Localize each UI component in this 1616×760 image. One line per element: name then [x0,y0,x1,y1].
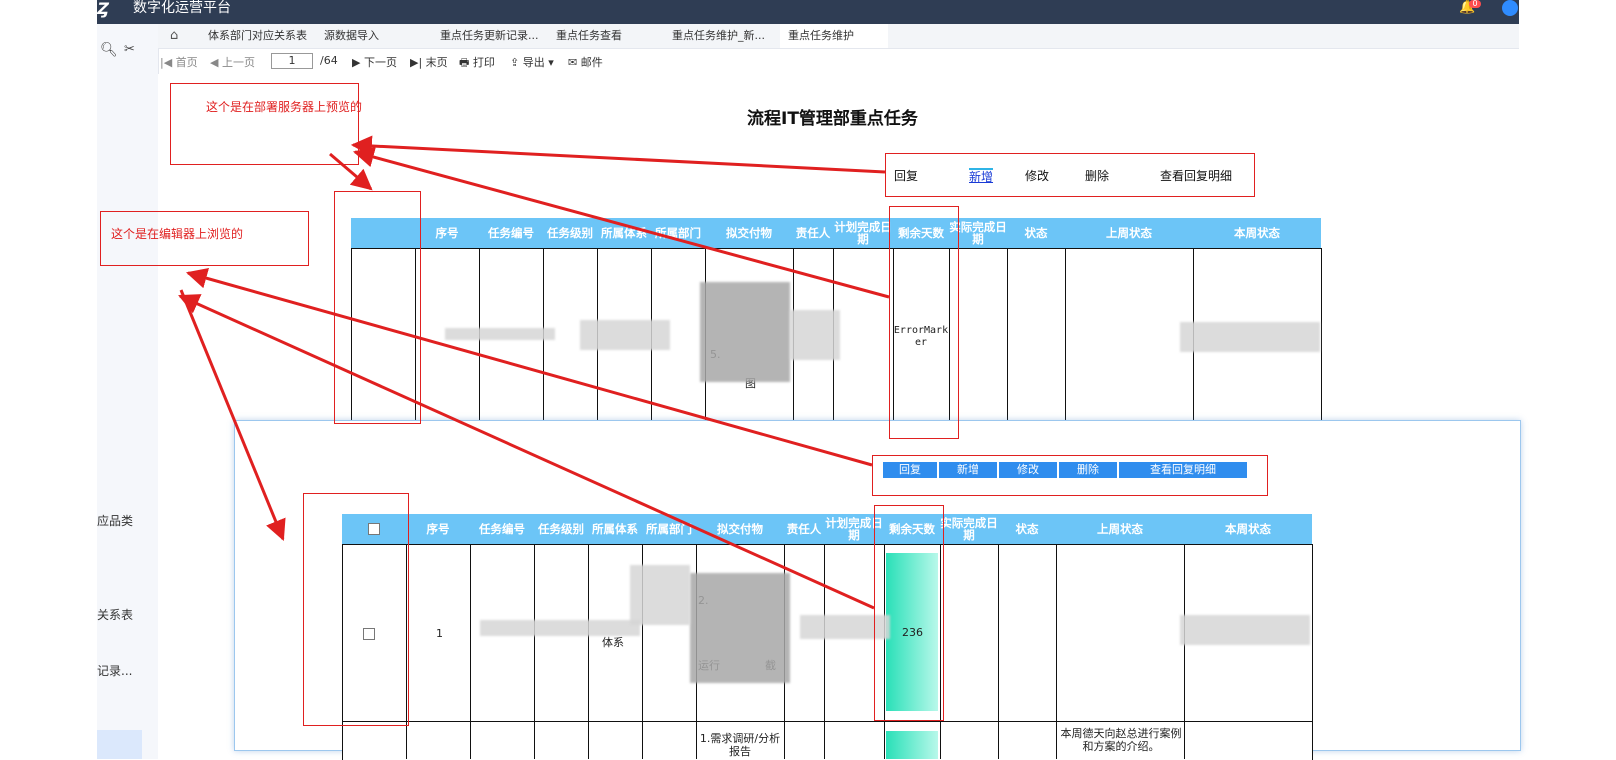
header-system: 所属体系 [592,522,638,536]
header-owner: 责任人 [795,226,831,240]
header-status: 状态 [1024,226,1048,240]
report-title: 流程IT管理部重点任务 [747,109,918,129]
first-page-button[interactable]: |◀ 首页 [160,54,198,70]
redacted-region [1180,322,1320,352]
export-button[interactable]: ⇪ 导出 ▾ [510,54,554,70]
mail-button[interactable]: ✉ 邮件 [568,54,603,70]
sidebar-item[interactable]: 应品类 [97,512,133,529]
header-owner: 责任人 [786,522,822,536]
user-avatar-icon[interactable] [1502,0,1518,16]
tab-task-maint[interactable]: 重点任务维护 [780,24,888,48]
annotation-box-plain-actions [885,153,1255,197]
annotation-box-preview-remaining [889,206,959,439]
annotation-box-editor-remaining [874,505,944,721]
annotation-box-preview-first-col [334,191,421,424]
header-dept: 所属部门 [655,226,701,240]
row-system: 体系 [602,636,624,649]
pin-icon[interactable]: ✂︎ [124,42,135,57]
header-status: 状态 [1015,522,1039,536]
app-title: 数字化运营平台 [133,0,231,16]
sidebar-item[interactable]: 记录... [97,662,132,679]
annotation-deploy-label: 这个是在部署服务器上预览的 [206,100,363,114]
preview-table-header: 序号 任务编号 任务级别 所属体系 所属部门 拟交付物 责任人 计划完成日期 剩… [351,218,1321,248]
row2-last-week: 本周德天向赵总进行案例和方案的介绍。 [1060,727,1182,753]
row2-deliverable: 1.需求调研/分析报告 [699,732,781,758]
tab-task-maint-new[interactable]: 重点任务维护_新... [664,24,780,48]
header-actual-date: 实际完成日期 [940,516,998,542]
header-index: 序号 [435,226,459,240]
header-task-no: 任务编号 [479,522,525,536]
redacted-region [445,328,555,340]
header-dept: 所属部门 [646,522,692,536]
search-icon[interactable]: 🔍︎ [100,42,118,58]
redacted-region [480,620,640,636]
redacted-region [580,320,670,350]
remaining-days-bar [886,731,938,759]
app-logo: Ȥ [97,0,109,18]
col-divider [534,544,535,759]
col-divider [470,544,471,759]
header-deliverable: 拟交付物 [717,522,763,536]
redacted-region [1180,615,1310,645]
row-divider [342,721,1312,722]
page-number-input[interactable]: 1 [271,53,313,69]
annotation-box-blue-actions [872,455,1268,496]
col-divider [1056,544,1057,759]
col-divider [998,544,999,759]
header-index: 序号 [426,522,450,536]
header-task-level: 任务级别 [538,522,584,536]
header-last-week: 上周状态 [1097,522,1143,536]
row-index: 1 [436,627,443,640]
col-divider [1184,544,1185,759]
annotation-editor-label: 这个是在编辑器上浏览的 [111,227,244,241]
notification-badge: 0 [1469,0,1481,8]
tab-dept-mapping[interactable]: 体系部门对应关系表 [200,24,312,48]
tab-source-import[interactable]: 源数据导入 [316,24,428,48]
header-task-no: 任务编号 [488,226,534,240]
sidebar-active-item[interactable] [97,730,142,759]
redacted-region [690,573,790,683]
next-page-button[interactable]: ▶ 下一页 [352,54,397,70]
editor-table-header: 序号 任务编号 任务级别 所属体系 所属部门 拟交付物 责任人 计划完成日期 剩… [342,514,1312,544]
total-pages: /64 [320,54,338,67]
tab-task-update-log[interactable]: 重点任务更新记录... [432,24,548,48]
redacted-region [790,310,840,360]
tab-task-view[interactable]: 重点任务查看 [548,24,664,48]
annotation-box-deploy [170,83,359,165]
header-deliverable: 拟交付物 [726,226,772,240]
header-last-week: 上周状态 [1106,226,1152,240]
tab-bar: ⌂ 体系部门对应关系表 源数据导入 重点任务更新记录... 重点任务查看 重点任… [158,24,1519,49]
col-divider [824,544,825,759]
prev-page-button[interactable]: ◀ 上一页 [210,54,255,70]
last-page-button[interactable]: ▶| 末页 [410,54,448,70]
sidebar: 🔍︎ ✂︎ 应品类 关系表 记录... [97,24,159,759]
top-bar: Ȥ 数字化运营平台 🔔 0 [97,0,1519,24]
col-divider [1007,248,1008,420]
home-icon[interactable]: ⌂ [170,28,178,43]
header-this-week: 本周状态 [1225,522,1271,536]
annotation-box-editor-first-col [303,493,409,726]
redacted-region [700,282,790,382]
col-divider [588,544,589,759]
header-plan-date: 计划完成日期 [834,220,892,246]
col-divider [1065,248,1066,420]
header-system: 所属体系 [601,226,647,240]
redacted-region [630,565,690,625]
print-button[interactable]: 🖶 打印 [459,54,495,73]
sidebar-item[interactable]: 关系表 [97,606,133,623]
header-task-level: 任务级别 [547,226,593,240]
header-this-week: 本周状态 [1234,226,1280,240]
